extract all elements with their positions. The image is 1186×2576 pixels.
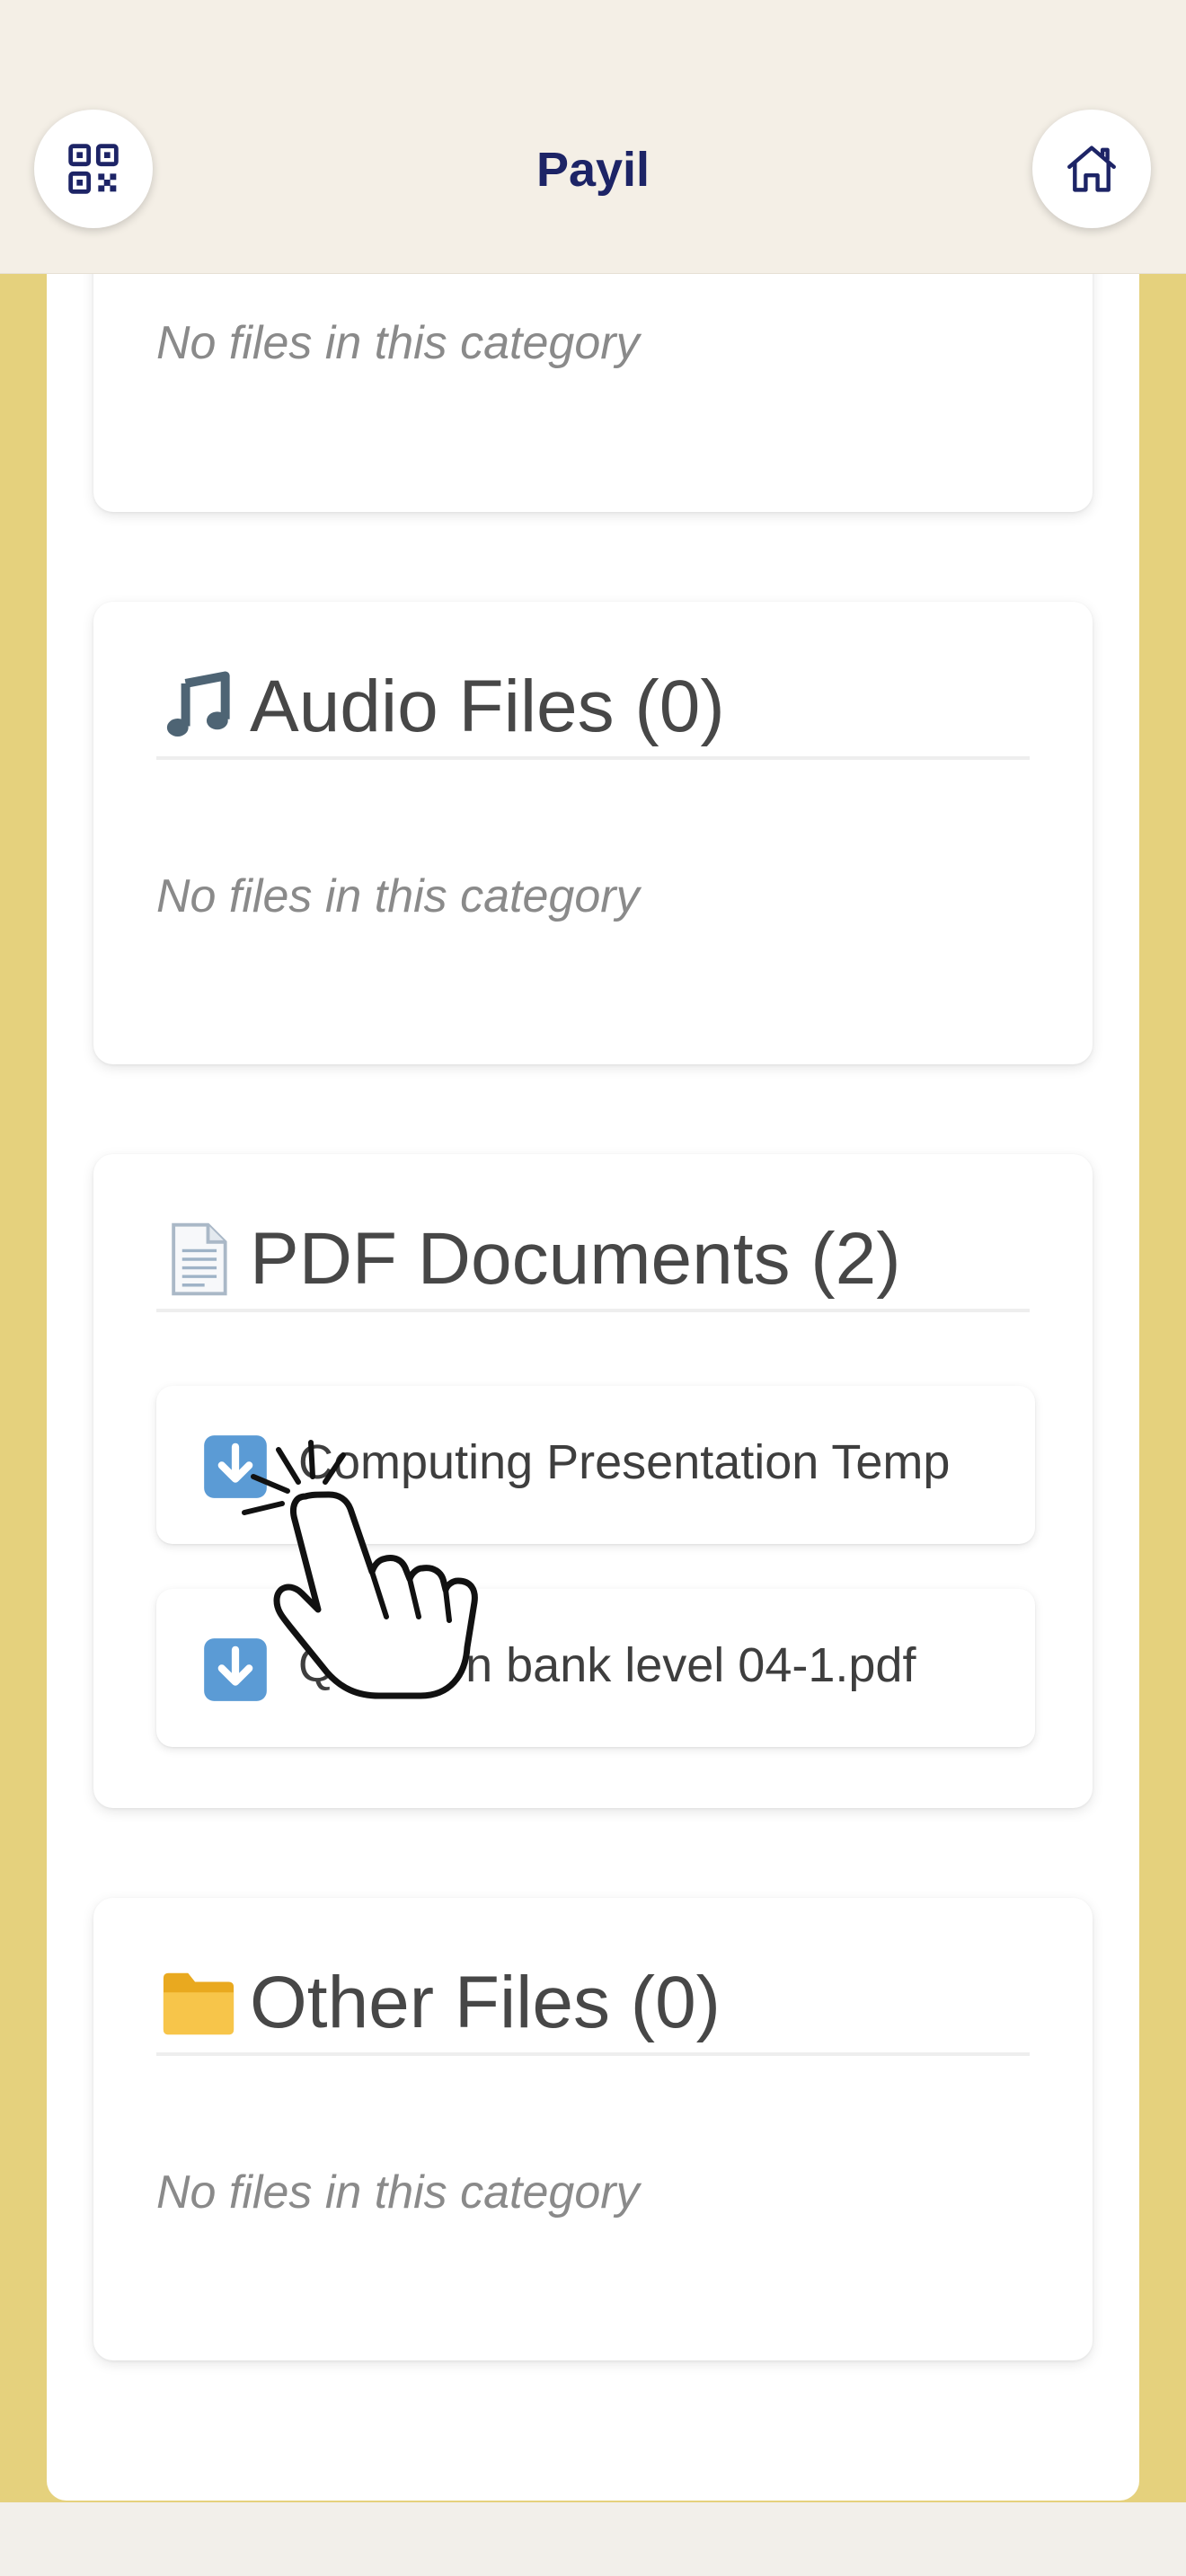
file-item[interactable]: Question bank level 04-1.pdf — [156, 1589, 1035, 1747]
music-note-icon — [156, 666, 246, 748]
app-header: Payil — [0, 0, 1186, 274]
file-item[interactable]: Computing Presentation Temp — [156, 1386, 1035, 1544]
download-arrow-icon — [204, 1638, 267, 1701]
empty-state-text: No files in this category — [156, 317, 640, 369]
document-icon — [156, 1216, 246, 1302]
section-card-other: Other Files (0) No files in this categor… — [93, 1898, 1093, 2360]
section-header-pdf: PDF Documents (2) — [156, 1210, 1030, 1312]
folder-icon — [156, 1964, 246, 2042]
section-header-other: Other Files (0) — [156, 1954, 1030, 2056]
section-header-audio: Audio Files (0) — [156, 657, 1030, 760]
empty-state-text: No files in this category — [156, 870, 640, 922]
section-title: Audio Files (0) — [250, 666, 725, 747]
file-name: Computing Presentation Temp — [298, 1435, 951, 1489]
empty-state-text: No files in this category — [156, 2166, 640, 2219]
section-title: PDF Documents (2) — [250, 1218, 901, 1300]
download-arrow-icon — [204, 1435, 267, 1498]
section-card-audio: Audio Files (0) No files in this categor… — [93, 602, 1093, 1064]
app-title: Payil — [535, 143, 651, 197]
file-name: Question bank level 04-1.pdf — [298, 1638, 916, 1692]
section-card-pdf: PDF Documents (2) Computing Presentation… — [93, 1154, 1093, 1808]
home-button[interactable] — [1032, 110, 1151, 228]
home-icon — [1067, 146, 1116, 192]
section-title: Other Files (0) — [250, 1962, 721, 2043]
bottom-bar — [0, 2502, 1186, 2576]
